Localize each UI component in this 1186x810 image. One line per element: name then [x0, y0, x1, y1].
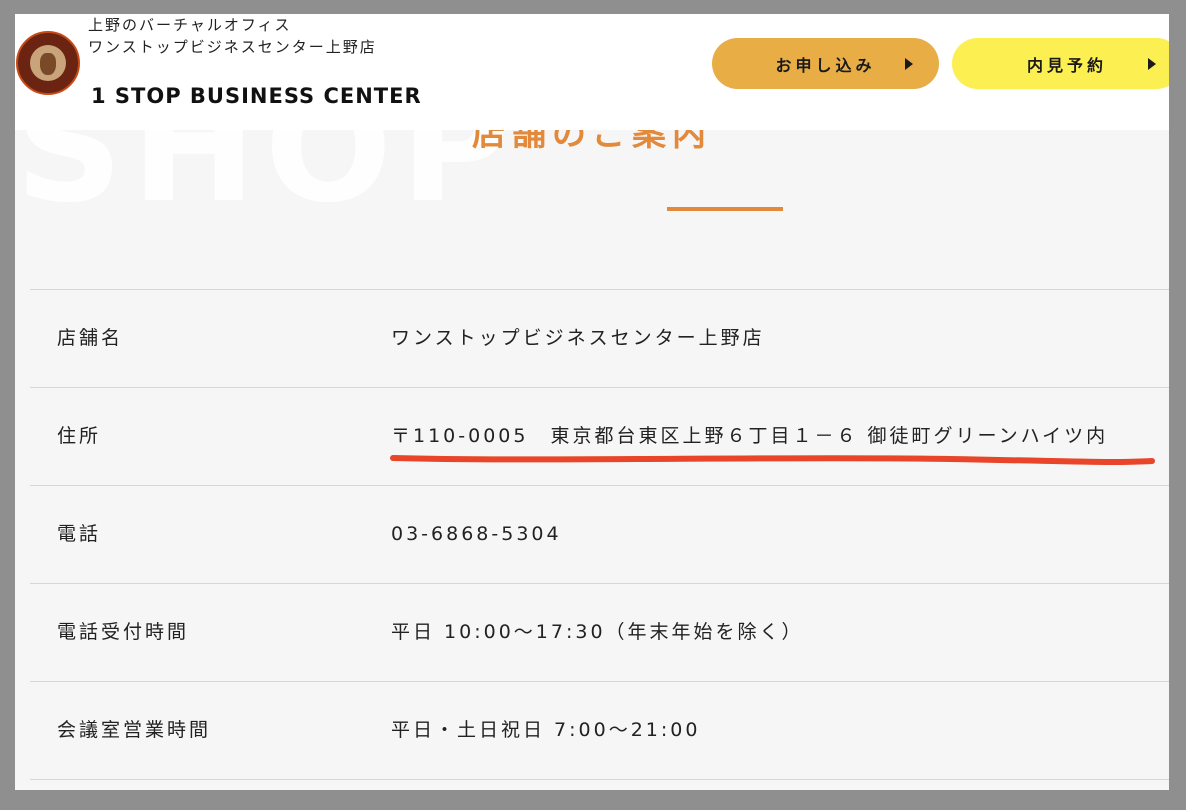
row-label: 電話受付時間: [57, 621, 190, 643]
caret-right-icon: [1148, 58, 1156, 70]
logo-mascot-face: [40, 53, 56, 75]
title-underline: [667, 207, 783, 211]
red-underline-annotation: [390, 455, 1155, 466]
site-header: 上野のバーチャルオフィス ワンストップビジネスセンター上野店 1 STOP BU…: [15, 14, 1169, 130]
row-label: 店舗名: [57, 327, 124, 349]
site-tagline: 上野のバーチャルオフィス ワンストップビジネスセンター上野店: [88, 14, 377, 58]
tagline-line-1: 上野のバーチャルオフィス: [88, 16, 292, 34]
table-row: 電話受付時間 平日 10:00〜17:30（年末年始を除く）: [30, 584, 1169, 682]
row-value[interactable]: 03-6868-5304: [391, 486, 562, 583]
apply-button[interactable]: お申し込み: [712, 38, 939, 89]
table-row: 会議室営業時間 平日・土日祝日 7:00〜21:00: [30, 682, 1169, 780]
table-row: 店舗名 ワンストップビジネスセンター上野店: [30, 290, 1169, 388]
visit-reservation-button[interactable]: 内見予約: [952, 38, 1169, 89]
tagline-line-2: ワンストップビジネスセンター上野店: [88, 38, 377, 56]
table-row: 電話 03-6868-5304: [30, 486, 1169, 584]
row-value: 平日 10:00〜17:30（年末年始を除く）: [391, 621, 804, 643]
row-value: 平日・土日祝日 7:00〜21:00: [391, 719, 701, 741]
row-label: 住所: [57, 425, 102, 447]
visit-button-label: 内見予約: [1026, 55, 1107, 75]
table-row: 住所 〒110-0005 東京都台東区上野６丁目１－６ 御徒町グリーンハイツ内: [30, 388, 1169, 486]
brand-name[interactable]: 1 STOP BUSINESS CENTER: [91, 84, 422, 108]
apply-button-label: お申し込み: [775, 55, 876, 75]
mascot-logo-icon[interactable]: [16, 31, 80, 95]
row-label: 電話: [57, 523, 102, 545]
store-info-table: 店舗名 ワンストップビジネスセンター上野店 住所 〒110-0005 東京都台東…: [30, 289, 1169, 780]
row-value: ワンストップビジネスセンター上野店: [391, 327, 765, 349]
row-value: 〒110-0005 東京都台東区上野６丁目１－６ 御徒町グリーンハイツ内: [391, 425, 1109, 447]
row-label: 会議室営業時間: [57, 719, 212, 741]
page-frame: SHOP 店舗のご案内 上野のバーチャルオフィス ワンストップビジネスセンター上…: [15, 14, 1169, 790]
caret-right-icon: [905, 58, 913, 70]
